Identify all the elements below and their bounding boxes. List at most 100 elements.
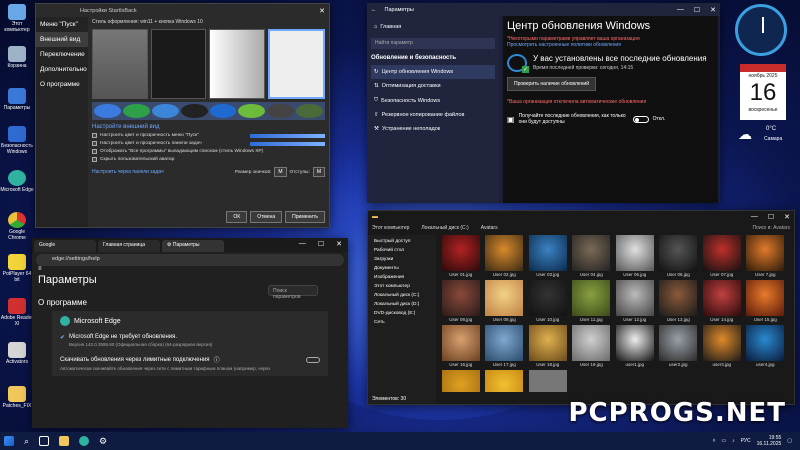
checkbox[interactable] bbox=[92, 157, 97, 162]
start-orb-icon[interactable] bbox=[94, 104, 121, 118]
tree-desktop[interactable]: Рабочий стол bbox=[370, 246, 434, 255]
file-item[interactable]: User 19.jpg bbox=[571, 325, 613, 369]
start-orb-icon[interactable] bbox=[267, 104, 295, 118]
file-item[interactable]: User 11.jpg bbox=[571, 280, 613, 324]
file-item[interactable]: User 15.jpg bbox=[745, 280, 787, 324]
sib-custom-link[interactable]: Настроить через панели задач bbox=[92, 169, 164, 175]
file-item[interactable]: user2.jpg bbox=[658, 325, 700, 369]
start-orb-icon[interactable] bbox=[122, 104, 150, 118]
back-arrow-icon[interactable]: ← bbox=[371, 7, 377, 13]
tab-google[interactable]: Google bbox=[34, 240, 96, 252]
tree-drive-d[interactable]: Локальный диск (D:) bbox=[370, 300, 434, 309]
file-item[interactable]: User 03.jpg bbox=[527, 235, 569, 279]
maximize-icon[interactable]: ☐ bbox=[694, 6, 700, 14]
toggle-switch[interactable] bbox=[632, 115, 649, 123]
file-item[interactable]: user3.jpg bbox=[701, 325, 743, 369]
desktop-icon-patches[interactable]: Patches_FIX bbox=[0, 386, 34, 409]
maximize-icon[interactable]: ☐ bbox=[768, 213, 774, 221]
file-item[interactable]: User 06.jpg bbox=[658, 235, 700, 279]
desktop-icon-activators[interactable]: Activators bbox=[0, 342, 34, 365]
cancel-button[interactable]: Отмена bbox=[250, 211, 283, 223]
close-icon[interactable]: ✕ bbox=[336, 240, 342, 252]
sib-tab-about[interactable]: О программе bbox=[36, 77, 88, 92]
file-item[interactable]: User 13.jpg bbox=[658, 280, 700, 324]
tree-pictures[interactable]: Изображения bbox=[370, 273, 434, 282]
file-item[interactable] bbox=[440, 370, 482, 392]
tree-network[interactable]: Сеть bbox=[370, 318, 434, 327]
maximize-icon[interactable]: ☐ bbox=[318, 240, 324, 252]
desktop-icon-security[interactable]: Безопасность Windows bbox=[0, 126, 34, 155]
start-orb-icon[interactable] bbox=[296, 104, 323, 118]
file-item[interactable]: user4.jpg bbox=[745, 325, 787, 369]
tree-dvd[interactable]: DVD-дисковод (E:) bbox=[370, 309, 434, 318]
file-item[interactable] bbox=[527, 370, 569, 392]
sib-option-hide-avatar[interactable]: Скрыть пользовательский аватар bbox=[92, 157, 325, 162]
volume-icon[interactable]: ♪ bbox=[732, 438, 735, 444]
metered-toggle[interactable] bbox=[306, 356, 320, 363]
search-icon[interactable]: ⌕ bbox=[24, 436, 29, 447]
gear-icon[interactable]: ⚙ bbox=[99, 436, 107, 447]
start-icon[interactable] bbox=[4, 436, 14, 446]
style-thumb[interactable] bbox=[267, 29, 325, 99]
start-orb-icon[interactable] bbox=[238, 104, 266, 118]
file-item[interactable]: User 07.jpg bbox=[701, 235, 743, 279]
ok-button[interactable]: ОК bbox=[226, 211, 248, 223]
file-item[interactable]: User 14.jpg bbox=[701, 280, 743, 324]
file-item[interactable]: User 08.jpg bbox=[440, 280, 482, 324]
notification-icon[interactable]: ▢ bbox=[787, 438, 792, 444]
file-item[interactable]: User 09.jpg bbox=[484, 280, 526, 324]
file-item[interactable]: user1.jpg bbox=[614, 325, 656, 369]
menu-icon[interactable]: ≡ bbox=[38, 266, 46, 276]
file-item[interactable]: User 17.jpg bbox=[484, 325, 526, 369]
desktop-icon-settings[interactable]: Параметры bbox=[0, 88, 34, 111]
tree-downloads[interactable]: Загрузки bbox=[370, 255, 434, 264]
tree-quick-access[interactable]: Быстрый доступ bbox=[370, 237, 434, 246]
minimize-icon[interactable]: — bbox=[677, 6, 684, 14]
start-orb-icon[interactable] bbox=[180, 104, 208, 118]
explorer-search-input[interactable]: Поиск в: Avatars bbox=[752, 225, 790, 232]
sib-option-taskbar-color[interactable]: Настроить цвет и прозрачность панели зад… bbox=[92, 141, 325, 146]
close-icon[interactable]: ✕ bbox=[784, 213, 790, 221]
tree-documents[interactable]: Документы bbox=[370, 264, 434, 273]
explorer-icon[interactable] bbox=[59, 436, 70, 446]
policies-link[interactable]: Просмотреть настроенные политики обновле… bbox=[507, 42, 714, 48]
file-item[interactable]: User 04.jpg bbox=[571, 235, 613, 279]
nav-item-backup[interactable]: ⇧ Резервное копирование файлов bbox=[371, 108, 495, 122]
sib-tab-advanced[interactable]: Дополнительно bbox=[36, 62, 88, 77]
settings-search-input[interactable]: Найти параметр bbox=[371, 38, 495, 49]
nav-item-windows-security[interactable]: ⛉ Безопасность Windows bbox=[371, 93, 495, 108]
desktop-icon-adobe-reader[interactable]: Adobe Reader XI bbox=[0, 298, 34, 327]
settings-home-link[interactable]: ⌂ Главная bbox=[371, 20, 495, 34]
file-item[interactable]: User 10.jpg bbox=[527, 280, 569, 324]
minimize-icon[interactable]: — bbox=[751, 213, 758, 221]
file-item[interactable]: User 02.jpg bbox=[484, 235, 526, 279]
clock[interactable]: 19:55 16.11.2025 bbox=[757, 435, 782, 447]
checkbox[interactable] bbox=[92, 133, 97, 138]
task-view-icon[interactable] bbox=[39, 436, 50, 446]
icon-size-select[interactable]: M bbox=[274, 167, 287, 177]
start-orb-icon[interactable] bbox=[151, 104, 179, 118]
file-item[interactable] bbox=[484, 370, 526, 392]
desktop-icon-trash[interactable]: Корзина bbox=[0, 46, 34, 69]
desktop-icon-edge[interactable]: Microsoft Edge bbox=[0, 170, 34, 193]
style-thumb[interactable] bbox=[92, 29, 148, 99]
apply-button[interactable]: Применить bbox=[285, 211, 325, 223]
sib-option-start-color[interactable]: Настроить цвет и прозрачность меню "Пуск… bbox=[92, 133, 325, 138]
checkbox[interactable] bbox=[92, 149, 97, 154]
breadcrumb[interactable]: Этот компьютер Локальный диск (C:) Avata… bbox=[368, 223, 794, 234]
file-item[interactable]: User 12.jpg bbox=[614, 280, 656, 324]
tree-this-pc[interactable]: Этот компьютер bbox=[370, 282, 434, 291]
chevron-up-icon[interactable]: ˄ bbox=[712, 438, 715, 444]
language-indicator[interactable]: РУС bbox=[741, 438, 751, 444]
settings-titlebar[interactable]: ← Параметры — ☐ ✕ bbox=[367, 3, 720, 16]
file-item[interactable]: User 01.jpg bbox=[440, 235, 482, 279]
nav-item-troubleshoot[interactable]: ⚒ Устранение неполадок bbox=[371, 122, 495, 136]
checkbox[interactable] bbox=[92, 141, 97, 146]
explorer-titlebar[interactable]: ▬ — ☐ ✕ bbox=[368, 211, 794, 223]
desktop-icon-chrome[interactable]: Google Chrome bbox=[0, 212, 34, 241]
sib-titlebar[interactable]: Настройки StartIsBack ✕ bbox=[36, 4, 329, 17]
tab-settings[interactable]: ⚙ Параметры bbox=[162, 240, 224, 252]
edge-icon[interactable] bbox=[79, 436, 90, 446]
minimize-icon[interactable]: — bbox=[299, 240, 306, 252]
sib-tab-start-menu[interactable]: Меню "Пуск" bbox=[36, 17, 88, 32]
